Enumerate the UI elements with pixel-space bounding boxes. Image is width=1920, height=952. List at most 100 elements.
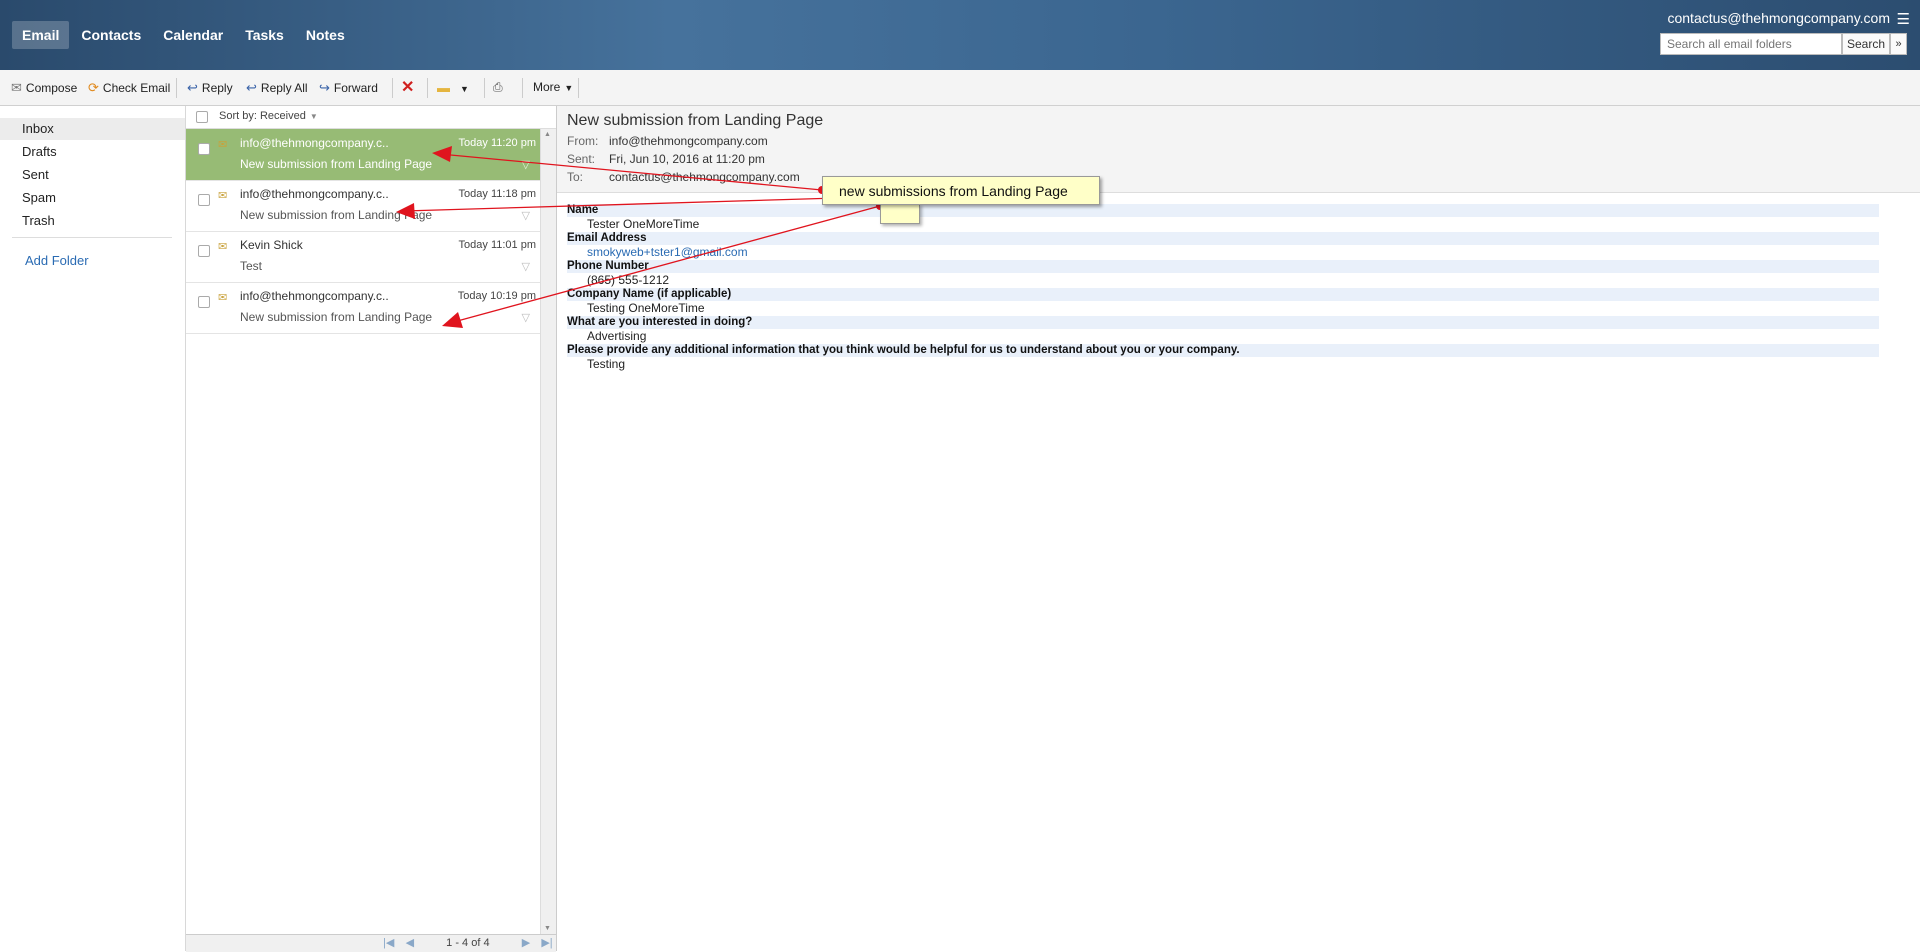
- check-email-label: Check Email: [102, 81, 171, 95]
- toolbar: ✉ Compose ⟳ Check Email ↩ Reply ↩ Reply All …: [0, 70, 1920, 106]
- toolbar-divider: [522, 78, 523, 98]
- message-sender: info@thehmongcompany.c..: [240, 187, 389, 201]
- reading-pane: New submission from Landing Page From: i…: [557, 106, 1920, 951]
- sent-value: Fri, Jun 10, 2016 at 11:20 pm: [609, 152, 765, 166]
- folder-trash[interactable]: Trash: [0, 210, 185, 232]
- refresh-icon: ⟳: [88, 80, 99, 95]
- check-email-button[interactable]: ⟳ Check Email: [88, 70, 170, 105]
- folder-sidebar: Inbox Drafts Sent Spam Trash Add Folder: [0, 106, 186, 951]
- flag-icon[interactable]: ▽: [522, 209, 530, 222]
- toolbar-divider: [484, 78, 485, 98]
- account-email[interactable]: contactus@thehmongcompany.com: [1667, 10, 1890, 26]
- message-sender: info@thehmongcompany.c..: [240, 136, 389, 150]
- message-checkbox[interactable]: [198, 296, 210, 308]
- scroll-down-icon[interactable]: ▼: [544, 925, 551, 932]
- envelope-icon: ✉: [218, 241, 228, 253]
- reply-all-label: Reply All: [260, 81, 308, 95]
- message-checkbox[interactable]: [198, 245, 210, 257]
- move-to-folder-button[interactable]: ▬ ▼: [437, 70, 469, 105]
- list-item[interactable]: ✉ info@thehmongcompany.c.. Today 11:20 p…: [186, 129, 540, 181]
- message-sender: info@thehmongcompany.c..: [240, 289, 389, 303]
- last-page-icon[interactable]: ▶|: [538, 935, 556, 952]
- search-options-icon[interactable]: »: [1890, 33, 1907, 55]
- flag-icon[interactable]: ▽: [522, 158, 530, 171]
- message-time: Today 11:18 pm: [458, 188, 536, 200]
- nav-contacts[interactable]: Contacts: [71, 21, 151, 49]
- envelope-icon: ✉: [218, 190, 228, 202]
- prev-page-icon[interactable]: ◀: [401, 935, 419, 952]
- chevron-down-icon: ▼: [460, 84, 469, 94]
- forward-icon: ↪: [319, 80, 330, 95]
- pager-status: 1 - 4 of 4: [446, 937, 490, 949]
- app-nav: Email Contacts Calendar Tasks Notes: [12, 21, 357, 49]
- email-subject: New submission from Landing Page: [567, 112, 824, 129]
- message-time: Today 11:01 pm: [458, 239, 536, 251]
- annotation-callout-tail: [880, 204, 920, 224]
- chevron-down-icon: ▼: [309, 112, 318, 121]
- message-subject: New submission from Landing Page: [240, 157, 433, 171]
- envelope-icon: ✉: [218, 292, 228, 304]
- list-item[interactable]: ✉ Kevin Shick Today 11:01 pm Test ▽: [186, 231, 540, 283]
- folder-sent[interactable]: Sent: [0, 164, 185, 186]
- field-label: Email Address: [567, 232, 1879, 245]
- message-list: Sort by: Received ▼ ✉ info@thehmongcompan…: [186, 106, 557, 952]
- field-label: Phone Number: [567, 260, 1879, 273]
- nav-calendar[interactable]: Calendar: [153, 21, 233, 49]
- flag-icon[interactable]: ▽: [522, 260, 530, 273]
- printer-icon[interactable]: ⎙: [493, 70, 503, 105]
- next-page-icon[interactable]: ▶: [517, 935, 535, 952]
- from-value[interactable]: info@thehmongcompany.com: [609, 134, 768, 148]
- message-checkbox[interactable]: [198, 143, 210, 155]
- list-item[interactable]: ✉ info@thehmongcompany.c.. Today 10:19 p…: [186, 282, 540, 334]
- toolbar-divider: [578, 78, 579, 98]
- message-checkbox[interactable]: [198, 194, 210, 206]
- envelope-icon: ✉: [218, 139, 228, 151]
- to-label: To:: [567, 170, 584, 184]
- add-folder-link[interactable]: Add Folder: [25, 253, 89, 268]
- first-page-icon[interactable]: |◀: [380, 935, 398, 952]
- forward-button[interactable]: ↪ Forward: [319, 70, 378, 105]
- list-item[interactable]: ✉ info@thehmongcompany.c.. Today 11:18 p…: [186, 180, 540, 232]
- more-button[interactable]: More ▼: [533, 70, 573, 105]
- search-button[interactable]: Search: [1842, 33, 1890, 55]
- search-input[interactable]: [1660, 33, 1842, 55]
- nav-email[interactable]: Email: [12, 21, 70, 49]
- reply-all-icon: ↩: [246, 80, 257, 95]
- nav-notes[interactable]: Notes: [296, 21, 355, 49]
- delete-icon[interactable]: ✕: [401, 70, 414, 105]
- list-scrollbar[interactable]: ▲ ▼: [540, 129, 556, 934]
- folder-spam[interactable]: Spam: [0, 187, 185, 209]
- envelope-icon: ✉: [11, 80, 22, 95]
- field-value: (865) 555-1212: [587, 273, 670, 287]
- select-all-checkbox[interactable]: [196, 111, 208, 123]
- sidebar-divider: [12, 237, 172, 238]
- top-header: Email Contacts Calendar Tasks Notes cont…: [0, 0, 1920, 70]
- sort-label: Sort by: Received: [219, 110, 306, 122]
- toolbar-divider: [427, 78, 428, 98]
- compose-button[interactable]: ✉ Compose: [11, 70, 77, 105]
- toolbar-divider: [392, 78, 393, 98]
- list-pager: |◀ ◀ 1 - 4 of 4 ▶ ▶|: [186, 934, 556, 952]
- reply-button[interactable]: ↩ Reply: [187, 70, 233, 105]
- annotation-callout: new submissions from Landing Page: [822, 176, 1100, 205]
- message-time: Today 11:20 pm: [458, 137, 536, 149]
- message-subject: New submission from Landing Page: [240, 310, 433, 324]
- hamburger-icon[interactable]: ☰: [1897, 10, 1910, 28]
- field-label: Please provide any additional informatio…: [567, 344, 1879, 357]
- folder-drafts[interactable]: Drafts: [0, 141, 185, 163]
- email-header: New submission from Landing Page From: i…: [557, 106, 1920, 193]
- reply-all-button[interactable]: ↩ Reply All: [246, 70, 308, 105]
- flag-icon[interactable]: ▽: [522, 311, 530, 324]
- message-subject: Test: [240, 259, 263, 273]
- reply-label: Reply: [201, 81, 233, 95]
- folder-inbox[interactable]: Inbox: [0, 118, 185, 140]
- to-value[interactable]: contactus@thehmongcompany.com: [609, 170, 800, 184]
- field-value: Testing: [587, 357, 626, 371]
- sort-dropdown[interactable]: Sort by: Received ▼: [219, 110, 318, 122]
- nav-tasks[interactable]: Tasks: [235, 21, 294, 49]
- message-subject: New submission from Landing Page: [240, 208, 433, 222]
- chevron-down-icon: ▼: [564, 83, 574, 93]
- email-link[interactable]: smokyweb+tster1@gmail.com: [587, 246, 748, 259]
- field-value: Testing OneMoreTime: [587, 301, 705, 315]
- scroll-up-icon[interactable]: ▲: [544, 131, 551, 138]
